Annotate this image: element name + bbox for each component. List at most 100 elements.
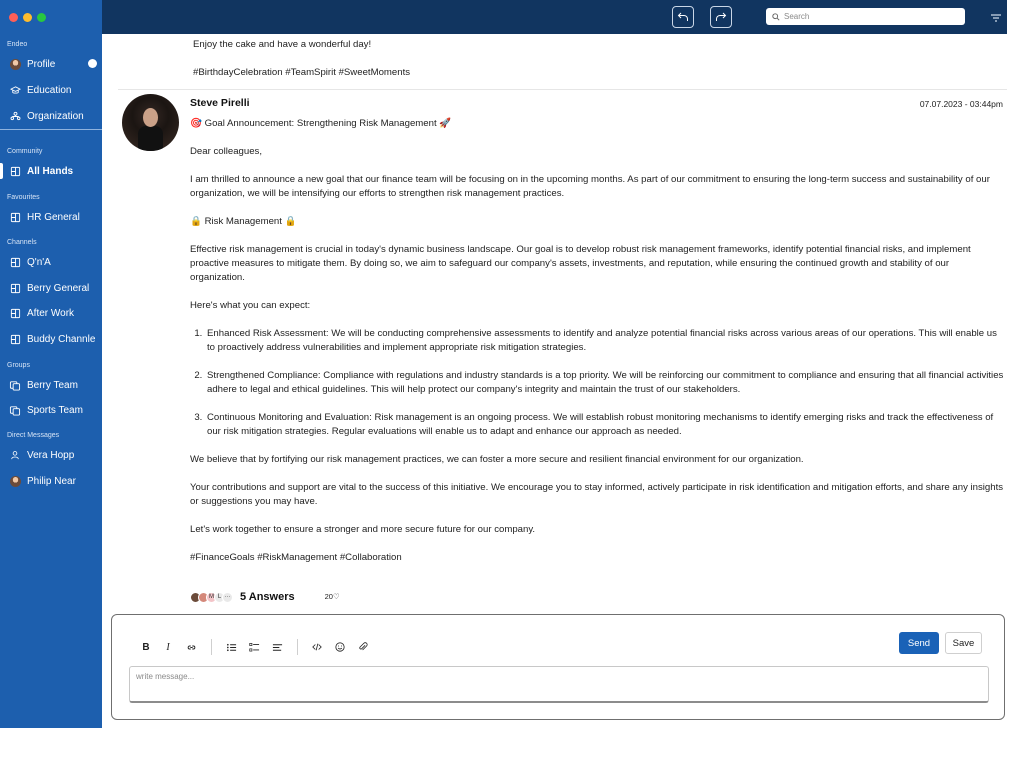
answer-avatars[interactable]: M L ··· (190, 591, 233, 603)
link-button[interactable] (183, 639, 199, 655)
post-hashtags: #FinanceGoals #RiskManagement #Collabora… (190, 552, 402, 563)
post-author[interactable]: Steve Pirelli (190, 96, 250, 110)
sidebar-item-berry-general[interactable]: Berry General (0, 277, 102, 299)
channel-icon (9, 165, 21, 177)
bold-button[interactable]: B (138, 639, 154, 655)
more-avatars: ··· (222, 591, 233, 603)
paperclip-icon (359, 642, 368, 651)
heart-icon: ♡ (332, 592, 340, 601)
avatar-icon (9, 58, 21, 70)
redo-icon (716, 12, 727, 21)
sidebar-item-label: Vera Hopp (27, 449, 75, 461)
link-icon (187, 645, 195, 649)
section-label-channels: Channels (7, 239, 37, 246)
maximize-window-button[interactable] (37, 13, 46, 22)
toolbar-separator (297, 639, 298, 655)
filter-button[interactable] (990, 11, 1002, 23)
sidebar-item-label: Philip Near (27, 475, 76, 487)
code-button[interactable] (309, 639, 325, 655)
sidebar-item-label: Profile (27, 58, 56, 70)
sidebar-item-label: Buddy Channle (27, 333, 96, 345)
post-text: Enjoy the cake and have a wonderful day! (193, 39, 372, 50)
sidebar-item-all-hands[interactable]: All Hands (0, 160, 102, 182)
post-greeting: Dear colleagues, (190, 146, 262, 157)
sidebar-item-hr-general[interactable]: HR General (0, 206, 102, 228)
channel-icon (9, 256, 21, 268)
post-separator (118, 89, 1007, 90)
channel-icon (9, 307, 21, 319)
minimize-window-button[interactable] (23, 13, 32, 22)
undo-icon (677, 12, 688, 21)
post-paragraph: Your contributions and support are vital… (190, 482, 1004, 507)
post-timestamp: 07.07.2023 - 03:44pm (919, 99, 1003, 109)
sidebar-item-after-work[interactable]: After Work (0, 302, 102, 324)
close-window-button[interactable] (9, 13, 18, 22)
sidebar-item-label: Sports Team (27, 404, 83, 416)
like-count: 20 (324, 592, 333, 601)
sidebar-item-vera-hopp[interactable]: Vera Hopp (0, 444, 102, 466)
emoji-button[interactable] (332, 639, 348, 655)
sidebar-item-qna[interactable]: Q'n'A (0, 251, 102, 273)
search-box[interactable] (766, 8, 965, 25)
previous-post-tail: Enjoy the cake and have a wonderful day!… (193, 38, 993, 94)
post-hashtags: #BirthdayCelebration #TeamSpirit #SweetM… (193, 67, 411, 78)
answers-link[interactable]: 5 Answers (240, 590, 295, 604)
section-label-direct-messages: Direct Messages (7, 432, 60, 439)
align-left-icon (272, 643, 282, 651)
section-label-favourites: Favourites (7, 194, 40, 201)
list-item: Continuous Monitoring and Evaluation: Ri… (205, 411, 1005, 439)
undo-button[interactable] (672, 6, 694, 28)
avatar-icon (9, 475, 21, 487)
post-title: 🎯 Goal Announcement: Strengthening Risk … (190, 118, 452, 129)
post-paragraph: Effective risk management is crucial in … (190, 244, 971, 283)
message-input[interactable] (129, 666, 989, 703)
section-label-endeo: Endeo (7, 41, 28, 48)
online-status-dot (88, 59, 97, 68)
checklist-icon (248, 642, 259, 651)
post-paragraph: We believe that by fortifying our risk m… (190, 454, 804, 465)
channel-icon (9, 211, 21, 223)
search-icon (772, 12, 780, 21)
bullet-list-icon (226, 643, 236, 651)
align-left-button[interactable] (269, 639, 285, 655)
send-button[interactable]: Send (899, 632, 939, 654)
redo-button[interactable] (710, 6, 732, 28)
sidebar-item-sports-team[interactable]: Sports Team (0, 399, 102, 421)
like-button[interactable]: 20♡ (325, 590, 340, 604)
group-icon (9, 404, 21, 416)
code-icon (312, 643, 322, 651)
search-input[interactable] (784, 12, 954, 21)
group-icon (9, 379, 21, 391)
answers-bar: M L ··· 5 Answers 20♡ (190, 590, 340, 604)
sidebar-item-label: Berry Team (27, 379, 78, 391)
save-button[interactable]: Save (945, 632, 982, 654)
message-composer: B I Send Save (111, 614, 1005, 720)
sidebar-item-label: Berry General (27, 282, 90, 294)
list-item: Enhanced Risk Assessment: We will be con… (205, 327, 1005, 355)
sidebar-item-profile[interactable]: Profile (0, 53, 102, 75)
post-list: Enhanced Risk Assessment: We will be con… (205, 327, 1005, 439)
sidebar-item-label: HR General (27, 211, 80, 223)
section-label-groups: Groups (7, 362, 30, 369)
sidebar-item-berry-team[interactable]: Berry Team (0, 374, 102, 396)
sidebar-item-label: Education (27, 84, 72, 96)
sidebar-item-label: After Work (27, 307, 75, 319)
bullet-list-button[interactable] (223, 639, 239, 655)
checklist-button[interactable] (246, 639, 262, 655)
post-body: 🎯 Goal Announcement: Strengthening Risk … (190, 117, 1005, 579)
sidebar-item-education[interactable]: Education (0, 79, 102, 101)
app-window: Endeo Profile Education Organization Com… (0, 0, 1007, 728)
graduation-cap-icon (9, 84, 21, 96)
italic-button[interactable]: I (160, 639, 176, 655)
organization-icon (9, 110, 21, 122)
user-icon (9, 449, 21, 461)
sidebar-item-label: Q'n'A (27, 256, 51, 268)
top-bar (102, 0, 1007, 34)
sidebar-item-philip-near[interactable]: Philip Near (0, 470, 102, 492)
attach-button[interactable] (355, 639, 371, 655)
author-avatar[interactable] (122, 94, 179, 151)
emoji-icon (335, 642, 345, 652)
filter-icon (991, 14, 1001, 22)
sidebar-item-buddy-channle[interactable]: Buddy Channle (0, 328, 102, 350)
sidebar-item-organization[interactable]: Organization (0, 105, 102, 127)
